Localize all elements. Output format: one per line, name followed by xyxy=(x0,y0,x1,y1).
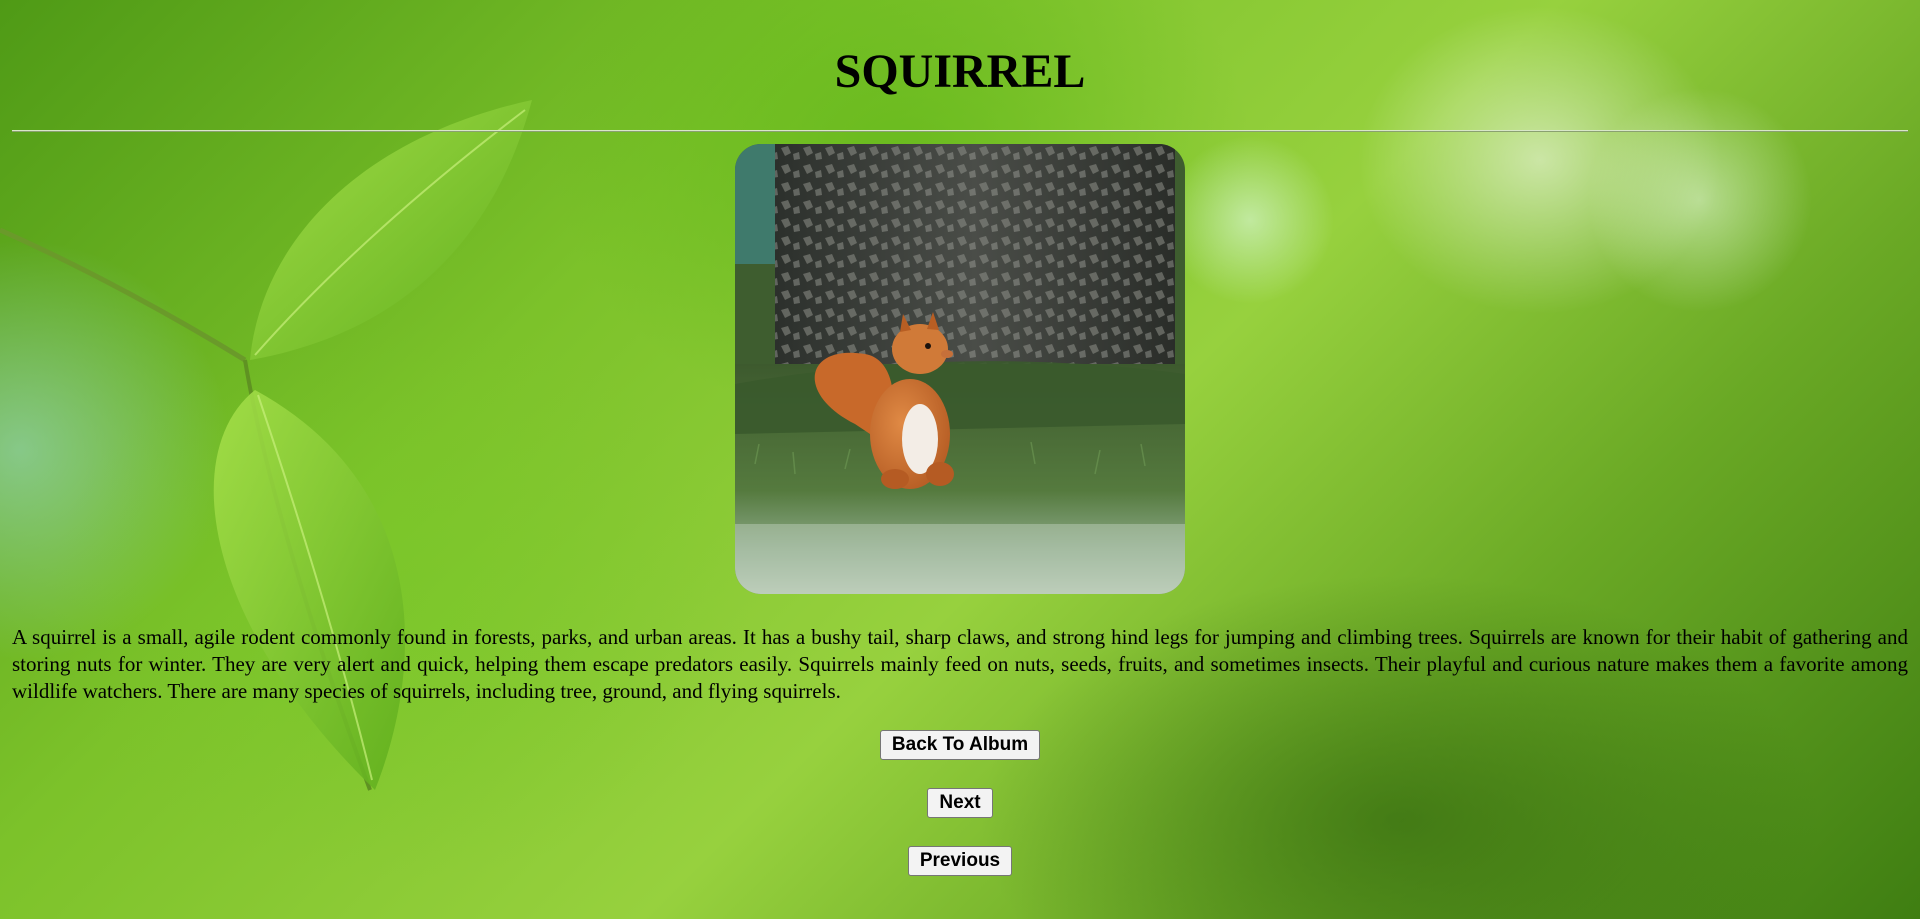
squirrel-photo xyxy=(735,144,1185,594)
page-content: SQUIRREL A squirrel is a small, agile ro… xyxy=(0,0,1920,876)
previous-button[interactable]: Previous xyxy=(907,846,1013,876)
back-to-album-button[interactable]: Back To Album xyxy=(879,730,1041,760)
title-divider xyxy=(12,130,1908,132)
next-button[interactable]: Next xyxy=(927,788,993,818)
next-button-row: Next xyxy=(12,788,1908,818)
page-title: SQUIRREL xyxy=(834,45,1086,98)
previous-button-row: Previous xyxy=(12,846,1908,876)
photo-container xyxy=(12,144,1908,594)
back-button-row: Back To Album xyxy=(12,730,1908,760)
description-text: A squirrel is a small, agile rodent comm… xyxy=(12,625,1908,703)
